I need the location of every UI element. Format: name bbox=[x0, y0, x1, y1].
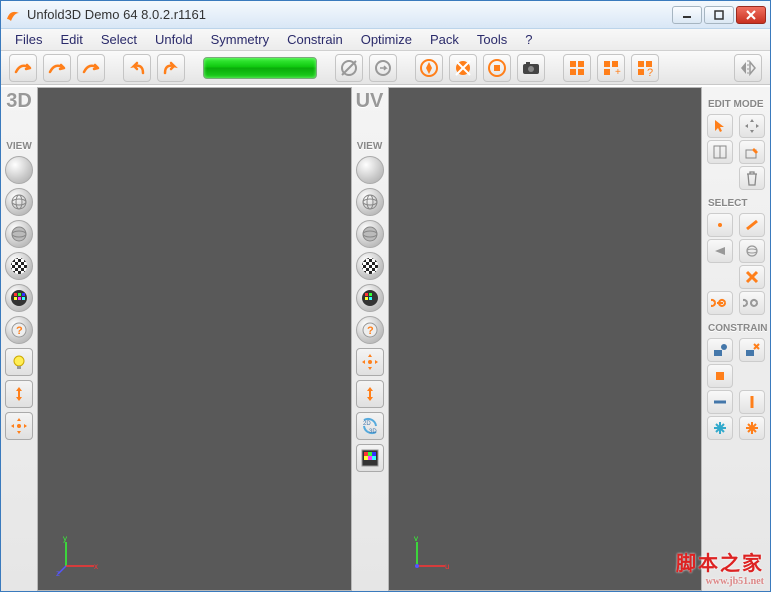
svg-text:x: x bbox=[94, 562, 98, 571]
tool-pack-help-icon[interactable]: ? bbox=[631, 54, 659, 82]
menu-symmetry[interactable]: Symmetry bbox=[203, 30, 278, 49]
close-button[interactable] bbox=[736, 6, 766, 24]
tool-camera-icon[interactable] bbox=[517, 54, 545, 82]
redo-button[interactable] bbox=[157, 54, 185, 82]
tool-sphere-arrow[interactable] bbox=[369, 54, 397, 82]
constrain-unpin-icon[interactable] bbox=[739, 338, 765, 362]
uv-view-sphere-icon[interactable] bbox=[356, 156, 384, 184]
svg-text:?: ? bbox=[647, 67, 653, 78]
constrain-snowflake-orange-icon[interactable] bbox=[739, 416, 765, 440]
menu-constrain[interactable]: Constrain bbox=[279, 30, 351, 49]
sidebar-3d: 3D VIEW ? bbox=[1, 87, 37, 591]
menu-edit[interactable]: Edit bbox=[52, 30, 90, 49]
tool-mirror-icon[interactable] bbox=[734, 54, 762, 82]
uv-2d3d-swap-icon[interactable]: 2D3D bbox=[356, 412, 384, 440]
editmode-move-icon[interactable] bbox=[739, 114, 765, 138]
maximize-button[interactable] bbox=[704, 6, 734, 24]
tool-redo-arrow-2[interactable] bbox=[43, 54, 71, 82]
section-editmode: EDIT MODE bbox=[706, 99, 766, 110]
editmode-split-icon[interactable] bbox=[707, 140, 733, 164]
right-panel: EDIT MODE SELECT CONST bbox=[702, 87, 770, 591]
viewport-3d[interactable]: y x z bbox=[37, 87, 352, 591]
uv-arrows-updown-icon[interactable] bbox=[356, 380, 384, 408]
app-icon bbox=[5, 7, 21, 23]
menu-files[interactable]: Files bbox=[7, 30, 50, 49]
3d-view-color-checker-icon[interactable] bbox=[5, 284, 33, 312]
label-3d: 3D bbox=[6, 91, 32, 111]
workspace: 3D VIEW ? y x z UV VIEW ? 2D3D bbox=[1, 87, 770, 591]
minimize-button[interactable] bbox=[672, 6, 702, 24]
3d-view-wire-icon[interactable] bbox=[5, 188, 33, 216]
svg-text:2D: 2D bbox=[363, 421, 371, 427]
3d-arrows-updown-icon[interactable] bbox=[5, 380, 33, 408]
viewport-uv[interactable]: v u bbox=[388, 87, 703, 591]
select-edge-icon[interactable] bbox=[739, 213, 765, 237]
select-point-icon[interactable] bbox=[707, 213, 733, 237]
svg-text:v: v bbox=[414, 534, 418, 543]
label-3d-view: VIEW bbox=[6, 141, 32, 152]
svg-text:?: ? bbox=[367, 325, 374, 337]
menu-unfold[interactable]: Unfold bbox=[147, 30, 201, 49]
svg-text:+: + bbox=[615, 67, 621, 78]
3d-view-globe-icon[interactable] bbox=[5, 220, 33, 248]
3d-view-checker-icon[interactable] bbox=[5, 252, 33, 280]
uv-view-checker-icon[interactable] bbox=[356, 252, 384, 280]
menu-help[interactable]: ? bbox=[517, 30, 540, 49]
menubar: Files Edit Select Unfold Symmetry Constr… bbox=[1, 29, 770, 51]
uv-grid-color-icon[interactable] bbox=[356, 444, 384, 472]
uv-view-color-checker-icon[interactable] bbox=[356, 284, 384, 312]
label-uv-view: VIEW bbox=[357, 141, 383, 152]
section-select: SELECT bbox=[706, 198, 766, 209]
constrain-snowflake-blue-icon[interactable] bbox=[707, 416, 733, 440]
3d-view-sphere-icon[interactable] bbox=[5, 156, 33, 184]
uv-view-wire-icon[interactable] bbox=[356, 188, 384, 216]
tool-cross-sphere-icon[interactable] bbox=[449, 54, 477, 82]
svg-text:z: z bbox=[56, 569, 60, 576]
label-uv: UV bbox=[356, 91, 384, 111]
menu-pack[interactable]: Pack bbox=[422, 30, 467, 49]
select-island-icon[interactable] bbox=[739, 239, 765, 263]
tool-pack-1-icon[interactable] bbox=[563, 54, 591, 82]
svg-text:y: y bbox=[63, 534, 67, 543]
select-link-icon[interactable] bbox=[707, 291, 733, 315]
constrain-square-icon[interactable] bbox=[707, 364, 733, 388]
window-title: Unfold3D Demo 64 8.0.2.r1161 bbox=[27, 7, 672, 22]
select-face-icon[interactable] bbox=[707, 239, 733, 263]
svg-text:u: u bbox=[445, 562, 449, 571]
3d-arrows-all-icon[interactable] bbox=[5, 412, 33, 440]
svg-text:3D: 3D bbox=[369, 429, 377, 435]
3d-view-question-icon[interactable]: ? bbox=[5, 316, 33, 344]
editmode-trash-icon[interactable] bbox=[739, 166, 765, 190]
uv-view-question-icon[interactable]: ? bbox=[356, 316, 384, 344]
uv-view-globe-icon[interactable] bbox=[356, 220, 384, 248]
undo-button[interactable] bbox=[123, 54, 151, 82]
svg-text:?: ? bbox=[16, 325, 23, 337]
menu-optimize[interactable]: Optimize bbox=[353, 30, 420, 49]
tool-pack-2-icon[interactable]: + bbox=[597, 54, 625, 82]
tool-redo-arrow-1[interactable] bbox=[9, 54, 37, 82]
progress-bar bbox=[203, 57, 317, 79]
main-toolbar: + ? bbox=[1, 51, 770, 85]
select-unlink-icon[interactable] bbox=[739, 291, 765, 315]
axis-gizmo-3d-icon: y x z bbox=[56, 532, 100, 576]
select-cross-icon[interactable] bbox=[739, 265, 765, 289]
tool-redo-arrow-3[interactable] bbox=[77, 54, 105, 82]
titlebar: Unfold3D Demo 64 8.0.2.r1161 bbox=[1, 1, 770, 29]
editmode-edit-icon[interactable] bbox=[739, 140, 765, 164]
axis-gizmo-uv-icon: v u bbox=[407, 532, 451, 576]
tool-compass-icon[interactable] bbox=[415, 54, 443, 82]
section-constrain: CONSTRAIN bbox=[706, 323, 766, 334]
uv-arrows-all-icon[interactable] bbox=[356, 348, 384, 376]
menu-select[interactable]: Select bbox=[93, 30, 145, 49]
constrain-horiz-icon[interactable] bbox=[707, 390, 733, 414]
editmode-pointer-icon[interactable] bbox=[707, 114, 733, 138]
sidebar-uv: UV VIEW ? 2D3D bbox=[352, 87, 388, 591]
constrain-pin-icon[interactable] bbox=[707, 338, 733, 362]
tool-sphere-cut[interactable] bbox=[335, 54, 363, 82]
constrain-vert-icon[interactable] bbox=[739, 390, 765, 414]
menu-tools[interactable]: Tools bbox=[469, 30, 515, 49]
3d-light-icon[interactable] bbox=[5, 348, 33, 376]
tool-stop-icon[interactable] bbox=[483, 54, 511, 82]
